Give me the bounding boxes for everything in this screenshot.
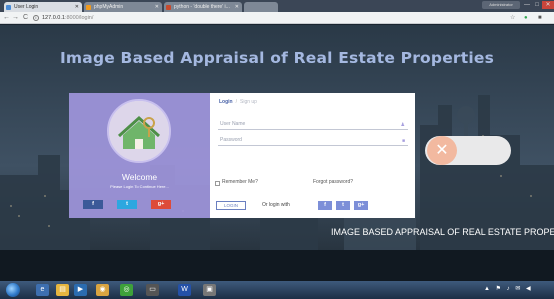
tab-python-search[interactable]: python - 'double there' i... ✕ [164, 2, 242, 12]
folder-icon[interactable]: ▤ [56, 284, 69, 296]
user-icon: ♟ [400, 122, 405, 128]
remember-me-label: Remember Me? [222, 179, 258, 185]
url-path: :8000/login/ [64, 15, 94, 21]
login-signup-tabs: Login / Sign up [219, 99, 257, 105]
minimize-button[interactable]: — [522, 1, 532, 9]
media-player-icon[interactable]: ▶ [74, 284, 87, 296]
google-plus-login-button[interactable]: g+ [354, 201, 368, 210]
close-window-button[interactable]: ✕ [542, 1, 554, 9]
welcome-panel: Welcome Please Login To Continue Here...… [69, 93, 210, 218]
username-input[interactable] [218, 119, 408, 130]
maximize-button[interactable]: □ [532, 1, 542, 9]
twitter-button[interactable]: t [117, 200, 137, 209]
toggle-switch[interactable]: ✕ [425, 136, 511, 165]
app-icon[interactable]: ◉ [96, 284, 109, 296]
welcome-tagline: Please Login To Continue Here... [110, 184, 169, 189]
tab-user-login[interactable]: User Login ✕ [4, 2, 82, 12]
close-tab-icon[interactable]: ✕ [155, 2, 159, 12]
facebook-button[interactable]: f [83, 200, 103, 209]
tab-signup[interactable]: Sign up [240, 99, 257, 105]
page-title: Image Based Appraisal of Real Estate Pro… [59, 49, 495, 67]
url-field[interactable]: i 127.0.0.1:8000/login/ [33, 13, 503, 23]
browser-tab-strip: User Login ✕ phpMyAdmin ✕ python - 'doub… [0, 0, 554, 12]
close-tab-icon[interactable]: ✕ [75, 2, 79, 12]
site-info-icon[interactable]: i [33, 14, 39, 21]
back-button[interactable]: ← [2, 13, 11, 23]
twitter-login-button[interactable]: t [336, 201, 350, 210]
tab-label: User Login [14, 4, 39, 10]
address-bar: ← → C i 127.0.0.1:8000/login/ ☆ ● ■ [0, 12, 554, 24]
house-keys-icon [109, 101, 169, 161]
reload-button[interactable]: C [21, 13, 30, 23]
facebook-login-button[interactable]: f [318, 201, 332, 210]
tab-phpmyadmin[interactable]: phpMyAdmin ✕ [84, 2, 162, 12]
forward-button[interactable]: → [11, 13, 20, 23]
tab-login[interactable]: Login [219, 99, 233, 105]
app2-icon[interactable]: ▣ [203, 284, 216, 296]
close-icon[interactable]: ✕ [427, 136, 457, 165]
tab-label: phpMyAdmin [94, 4, 124, 10]
tab-separator: / [235, 99, 237, 105]
forgot-password-link[interactable]: Forgot password? [313, 179, 353, 185]
tab-label: python - 'double there' i... [174, 4, 230, 10]
url-host: 127.0.0.1 [42, 15, 65, 21]
page-favicon-icon [6, 5, 11, 10]
browser-user-button[interactable]: Administrator [482, 1, 520, 9]
search-favicon-icon [166, 5, 171, 10]
login-form: Login/Sign up ♟ ■ Remember Me? Forgot pa… [210, 93, 415, 218]
windows-taskbar: e ▤ ▶ ◉ ◎ ▭ W ▣ ▲ ⚑ ♪ ✉ ◀ [0, 281, 554, 299]
bookmark-star-icon[interactable]: ☆ [510, 14, 515, 22]
login-button[interactable]: LOGIN [216, 201, 246, 210]
google-plus-button[interactable]: g+ [151, 200, 171, 209]
start-button[interactable] [6, 283, 20, 297]
explorer-icon[interactable]: e [36, 284, 49, 296]
page-background: Image Based Appraisal of Real Estate Pro… [0, 25, 554, 281]
password-input[interactable] [218, 135, 408, 146]
chrome-icon[interactable]: ◎ [120, 284, 133, 296]
welcome-image [107, 99, 171, 163]
close-tab-icon[interactable]: ✕ [235, 2, 239, 12]
remember-me-checkbox[interactable] [215, 181, 220, 186]
lock-icon: ■ [401, 138, 405, 144]
system-tray[interactable]: ▲ ⚑ ♪ ✉ ◀ [484, 285, 533, 292]
welcome-heading: Welcome [121, 172, 158, 182]
scrolling-marquee: IMAGE BASED APPRAISAL OF REAL ESTATE PRO… [331, 227, 554, 237]
phpmyadmin-favicon-icon [86, 5, 91, 10]
word-icon[interactable]: W [178, 284, 191, 296]
extension-icon[interactable]: ● [524, 14, 528, 22]
or-login-with-label: Or login with [262, 202, 290, 208]
new-tab-button[interactable] [244, 2, 278, 12]
menu-icon[interactable]: ■ [538, 14, 542, 22]
terminal-icon[interactable]: ▭ [146, 284, 159, 296]
